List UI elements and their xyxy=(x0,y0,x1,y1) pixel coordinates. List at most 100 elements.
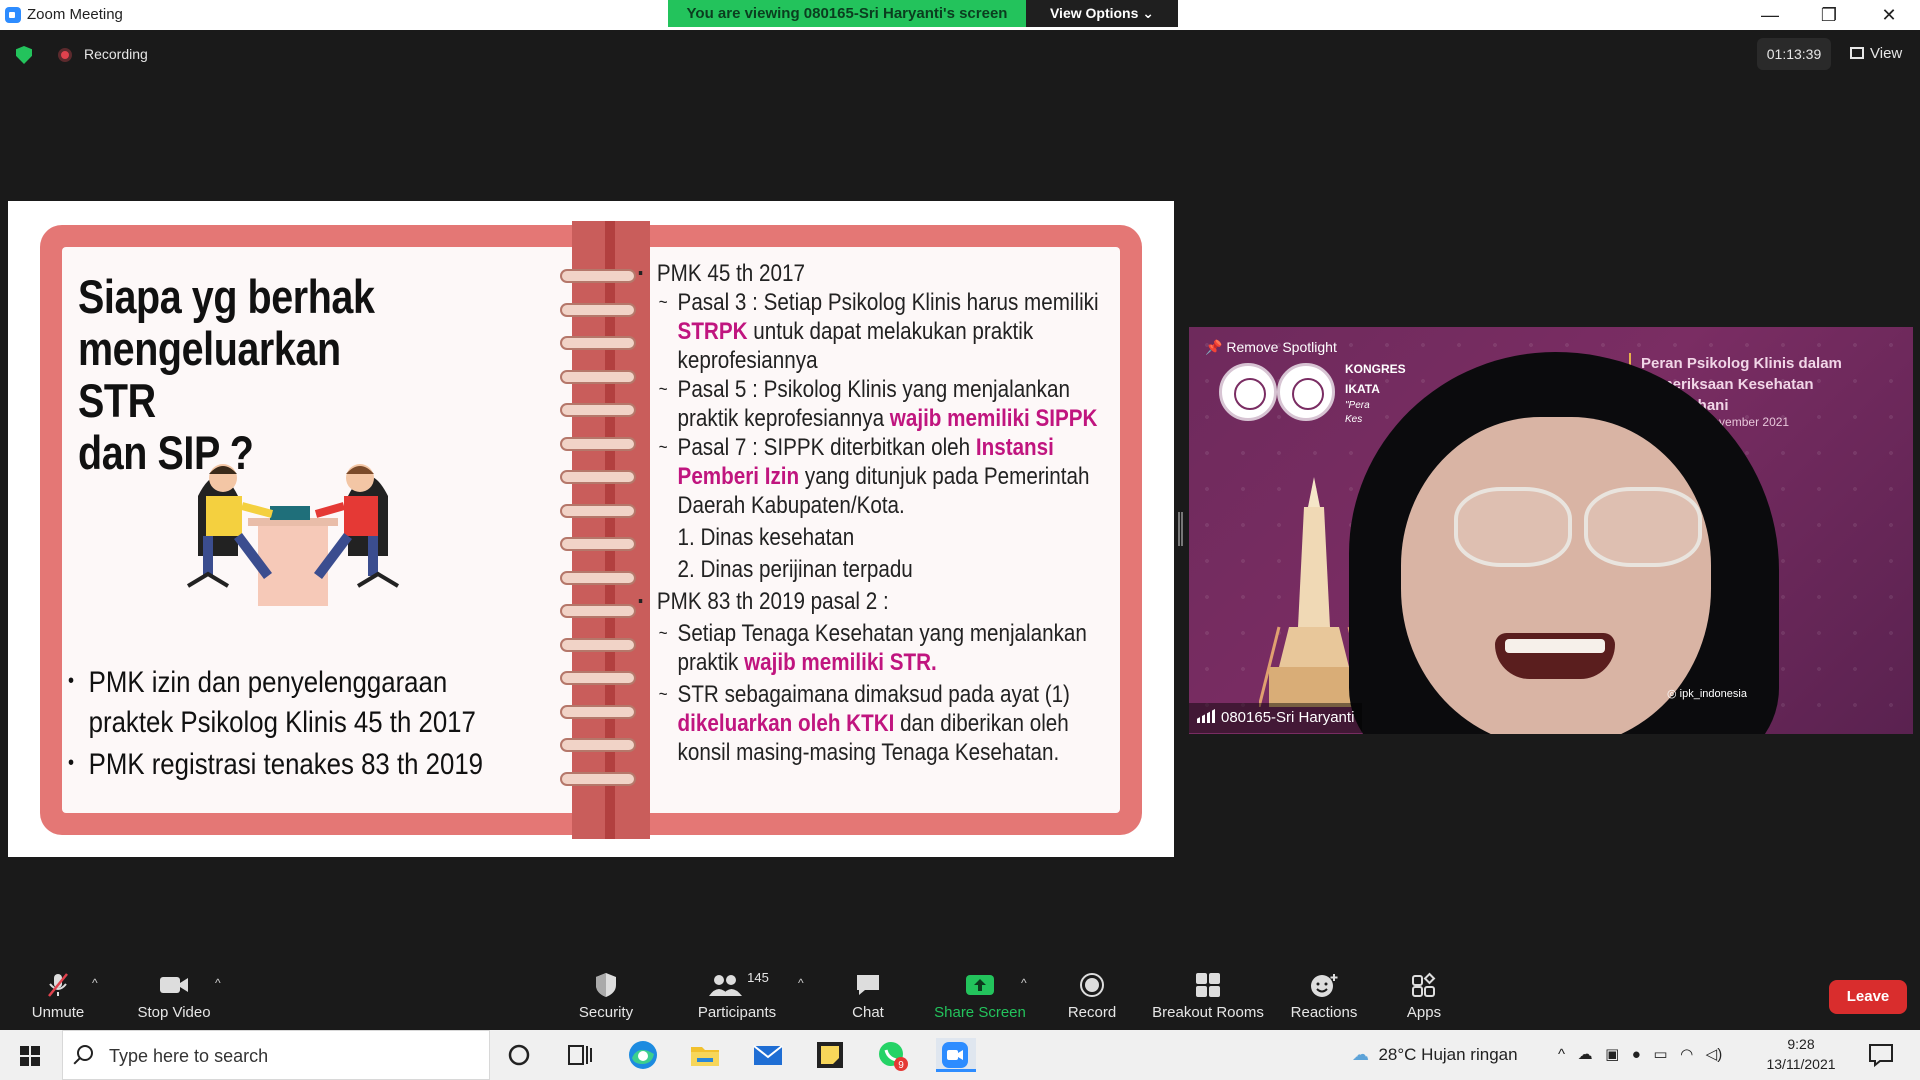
spiral-ring xyxy=(560,403,636,417)
panel-splitter-handle[interactable] xyxy=(1178,512,1183,546)
notification-center-icon[interactable] xyxy=(1864,1038,1898,1072)
clock-date: 13/11/2021 xyxy=(1766,1056,1836,1072)
edge-browser-icon[interactable] xyxy=(626,1038,660,1072)
volume-icon[interactable]: ◁) xyxy=(1706,1046,1723,1063)
instagram-icon: ◎ xyxy=(1667,688,1677,700)
logo-ipk-icon xyxy=(1219,363,1277,421)
reactions-label: Reactions xyxy=(1290,1004,1358,1021)
breakout-rooms-icon xyxy=(1196,973,1220,997)
meeting-toolbar: Unmute ^ Stop Video ^ Security 145 Parti… xyxy=(0,960,1920,1030)
taskbar-search-input[interactable] xyxy=(109,1043,469,1069)
unmute-label: Unmute xyxy=(31,1004,85,1021)
weather-cloud-icon: ☁ xyxy=(1352,1045,1369,1064)
zoom-taskbar-icon[interactable] xyxy=(936,1038,976,1072)
file-explorer-icon[interactable] xyxy=(688,1038,722,1072)
restore-button[interactable]: ❐ xyxy=(1806,2,1852,28)
windows-start-icon[interactable] xyxy=(20,1046,40,1066)
pasal-2-line: konsil masing-masing Tenaga Kesehatan. xyxy=(677,739,1060,766)
pasal-5-line: praktik keprofesiannya wajib memiliki SI… xyxy=(638,404,1120,433)
video-options-caret[interactable]: ^ xyxy=(215,976,221,990)
speaker-face xyxy=(1401,417,1711,734)
spotlight-video-tile[interactable]: 📌 Remove Spotlight KONGRES IKATA "Pera K… xyxy=(1189,327,1913,734)
share-screen-button[interactable]: Share Screen xyxy=(930,960,1030,1030)
remove-spotlight-button[interactable]: 📌 Remove Spotlight xyxy=(1205,339,1337,356)
pin-icon: 📌 xyxy=(1205,339,1223,355)
participant-name-tag: 080165-Sri Haryanti xyxy=(1189,703,1363,733)
audio-options-caret[interactable]: ^ xyxy=(92,976,98,990)
stop-video-button[interactable]: Stop Video xyxy=(128,960,220,1030)
pasal-5-line: Pasal 5 : Psikolog Klinis yang menjalank… xyxy=(638,375,1120,404)
windows-taskbar: 9 ☁ 28°C Hujan ringan ^ ☁ ▣ ● ▭ ◠ ◁) 9:2… xyxy=(0,1030,1920,1080)
apps-button[interactable]: Apps xyxy=(1394,960,1454,1030)
leave-button[interactable]: Leave xyxy=(1829,980,1907,1014)
unmute-button[interactable]: Unmute xyxy=(18,960,98,1030)
view-label: View xyxy=(1870,45,1903,62)
battery-icon[interactable]: ▭ xyxy=(1653,1046,1667,1063)
security-button[interactable]: Security xyxy=(568,960,644,1030)
signal-bars-icon xyxy=(1197,709,1215,723)
notebook-rings xyxy=(560,269,650,799)
instagram-handle-text: ipk_indonesia xyxy=(1679,688,1747,700)
spiral-ring xyxy=(560,570,636,585)
stop-video-label: Stop Video xyxy=(137,1004,211,1021)
spiral-ring xyxy=(560,503,636,518)
wifi-icon[interactable]: ◠ xyxy=(1680,1046,1693,1063)
spiral-ring xyxy=(560,470,636,484)
taskbar-search-box[interactable] xyxy=(62,1030,490,1080)
event-banner-text: KONGRES IKATA "Pera Kes xyxy=(1345,359,1406,427)
viewing-screen-banner: You are viewing 080165-Sri Haryanti's sc… xyxy=(668,0,1026,27)
participants-button[interactable]: 145 Participants xyxy=(690,960,784,1030)
share-options-caret[interactable]: ^ xyxy=(1021,976,1027,990)
clock-time: 9:28 xyxy=(1787,1036,1815,1052)
record-button[interactable]: Record xyxy=(1062,960,1122,1030)
pasal-3-line: Pasal 3 : Setiap Psikolog Klinis harus m… xyxy=(638,288,1120,317)
sticky-notes-icon[interactable] xyxy=(813,1038,847,1072)
spiral-ring xyxy=(560,302,636,317)
reactions-smiley-icon xyxy=(1311,974,1338,997)
view-options-button[interactable]: View Options ⌄ xyxy=(1026,0,1178,27)
highlight-ktki: dikeluarkan oleh KTKI xyxy=(677,710,895,737)
mail-icon[interactable] xyxy=(751,1038,785,1072)
minimize-button[interactable]: — xyxy=(1747,2,1793,28)
window-title: Zoom Meeting xyxy=(27,6,123,23)
chat-label: Chat xyxy=(852,1004,884,1021)
slide-title: Siapa yg berhak mengeluarkan STR dan SIP… xyxy=(78,271,414,479)
reactions-button[interactable]: Reactions xyxy=(1286,960,1362,1030)
microphone-tray-icon[interactable]: ● xyxy=(1632,1046,1641,1063)
event-line: KONGRES xyxy=(1345,362,1406,376)
pasal-7-text: Pasal 7 : SIPPK diterbitkan oleh xyxy=(677,434,976,461)
tray-chevron-up-icon[interactable]: ^ xyxy=(1558,1046,1565,1063)
onedrive-cloud-icon[interactable]: ☁ xyxy=(1578,1046,1593,1063)
encryption-shield-icon[interactable] xyxy=(16,46,32,64)
highlight-strpk: STRPK xyxy=(677,318,748,345)
participants-options-caret[interactable]: ^ xyxy=(798,976,804,990)
taskbar-clock[interactable]: 9:28 13/11/2021 xyxy=(1756,1034,1846,1074)
highlight-instansi: Instansi xyxy=(975,434,1054,461)
pasal-7-text: yang ditunjuk pada Pemerintah xyxy=(799,463,1090,490)
microphone-muted-icon xyxy=(48,973,68,997)
record-label: Record xyxy=(1067,1004,1117,1021)
view-button[interactable]: View xyxy=(1838,38,1914,70)
shared-screen-slide: Siapa yg berhak mengeluarkan STR dan SIP… xyxy=(8,201,1174,857)
numbered-item: 1. Dinas kesehatan xyxy=(677,524,855,551)
whatsapp-icon[interactable]: 9 xyxy=(876,1038,910,1072)
spiral-ring xyxy=(560,704,636,719)
speaker-mouth xyxy=(1495,633,1615,679)
pasal-7-line: Daerah Kabupaten/Kota. xyxy=(677,492,905,519)
system-tray[interactable]: ^ ☁ ▣ ● ▭ ◠ ◁) xyxy=(1558,1030,1722,1080)
topic-line: Peran Psikolog Klinis dalam xyxy=(1641,355,1842,372)
cortana-circle-icon[interactable] xyxy=(502,1038,536,1072)
chat-button[interactable]: Chat xyxy=(838,960,898,1030)
chat-bubble-icon xyxy=(857,975,879,995)
spiral-ring xyxy=(560,671,636,685)
breakout-rooms-button[interactable]: Breakout Rooms xyxy=(1148,960,1268,1030)
weather-widget[interactable]: ☁ 28°C Hujan ringan xyxy=(1352,1030,1518,1080)
task-view-icon[interactable] xyxy=(563,1038,597,1072)
pasal-3-text: untuk dapat melakukan praktik xyxy=(747,318,1034,345)
webcam-icon[interactable]: ▣ xyxy=(1605,1046,1619,1063)
highlight-pemberi-izin: Pemberi Izin xyxy=(677,463,800,490)
instagram-handle: ◎ ipk_indonesia xyxy=(1667,687,1747,700)
close-button[interactable]: ✕ xyxy=(1866,2,1912,28)
spiral-ring xyxy=(560,537,636,551)
spiral-ring xyxy=(560,436,636,451)
